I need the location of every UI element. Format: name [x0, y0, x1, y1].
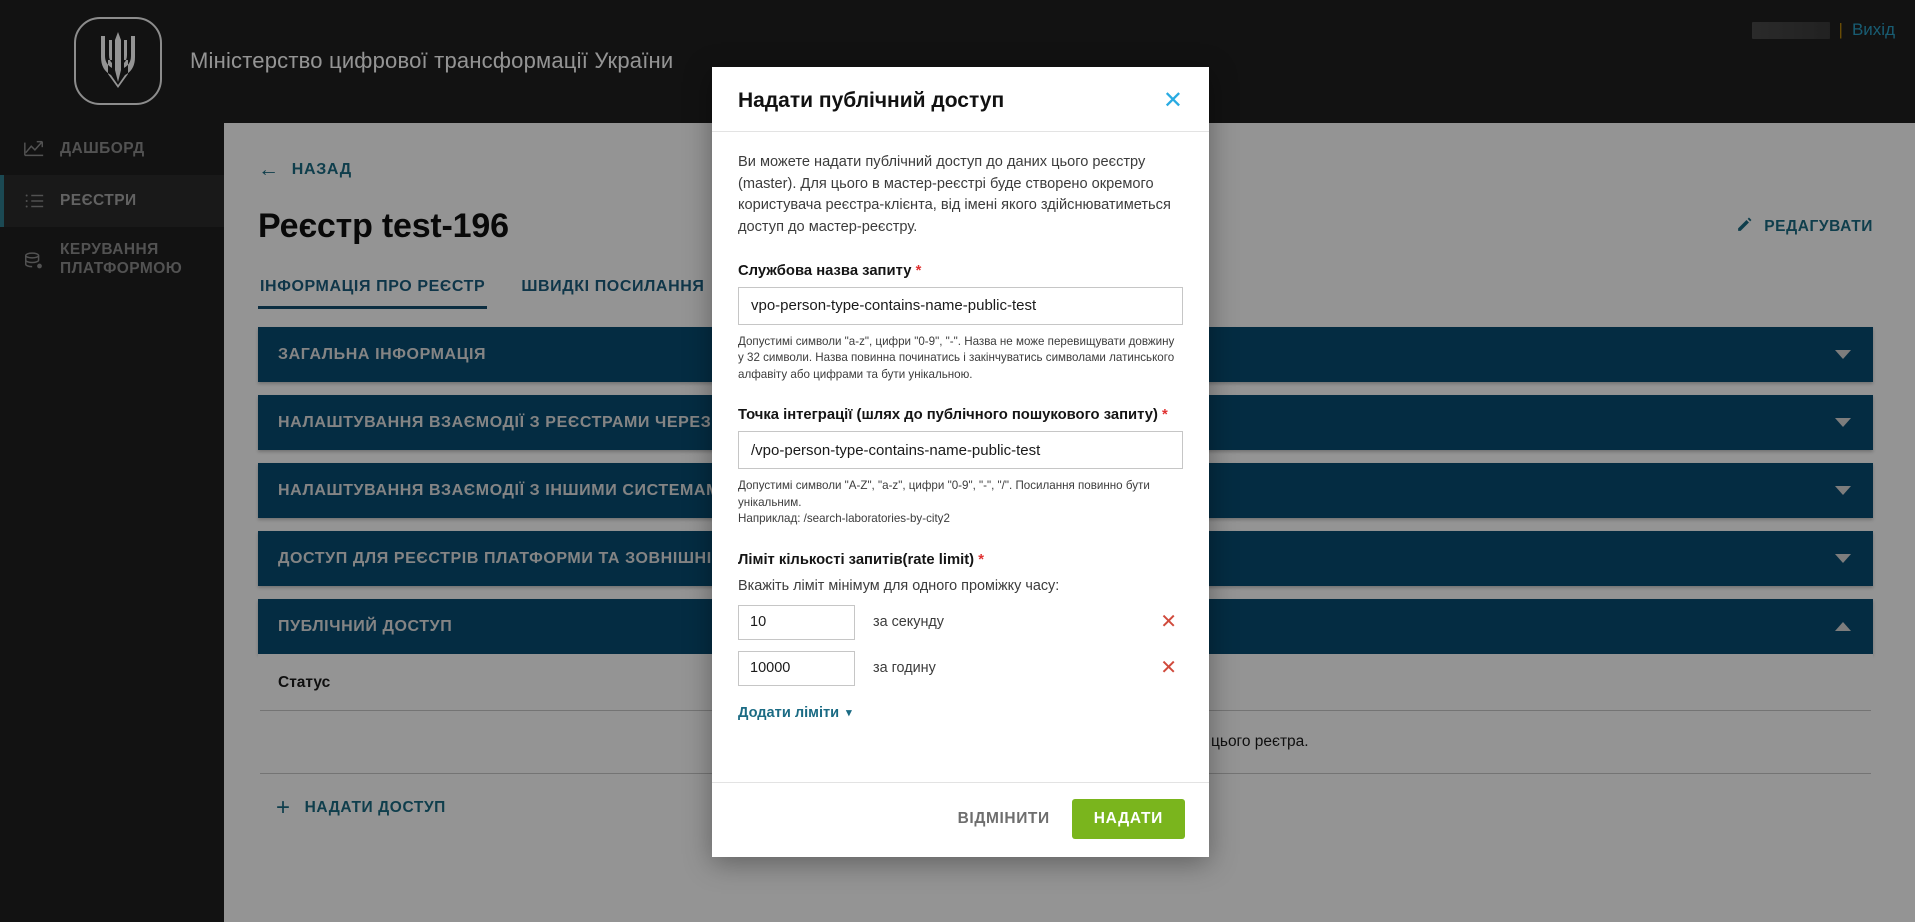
chevron-down-icon: ▾ — [846, 707, 852, 720]
modal-body: Ви можете надати публічний доступ до дан… — [712, 132, 1209, 782]
app-root: Міністерство цифрової трансформації Укра… — [0, 0, 1915, 922]
integration-point-hint-line1: Допустимі символи "A-Z", "a-z", цифри "0… — [738, 479, 1150, 509]
modal-description: Ви можете надати публічний доступ до дан… — [738, 154, 1171, 236]
required-mark: * — [915, 262, 922, 279]
close-icon[interactable]: ✕ — [1161, 89, 1185, 113]
modal-title: Надати публічний доступ — [738, 89, 1005, 112]
integration-point-hint: Допустимі символи "A-Z", "a-z", цифри "0… — [738, 478, 1183, 527]
rate-limit-value-second[interactable] — [738, 604, 855, 640]
remove-rate-limit-hour-button[interactable]: ✕ — [1154, 658, 1183, 678]
required-mark: * — [978, 551, 984, 568]
rate-limit-row-second: за секунду ✕ — [738, 604, 1183, 640]
rate-limit-value-hour[interactable] — [738, 650, 855, 686]
service-name-label: Службова назва запиту * — [738, 263, 1183, 279]
service-name-label-text: Службова назва запиту — [738, 262, 912, 279]
grant-public-access-modal: Надати публічний доступ ✕ Ви можете нада… — [712, 67, 1209, 857]
remove-rate-limit-second-button[interactable]: ✕ — [1154, 612, 1183, 632]
grant-button[interactable]: НАДАТИ — [1071, 799, 1185, 839]
rate-limit-subtitle: Вкажіть ліміт мінімум для одного проміжк… — [738, 577, 1060, 594]
rate-limit-label-text: Ліміт кількості запитів(rate limit) — [738, 551, 975, 568]
rate-limit-label: Ліміт кількості запитів(rate limit) * — [738, 552, 1183, 568]
integration-point-hint-line2: Наприклад: /search-laboratories-by-city2 — [738, 512, 950, 526]
cancel-button[interactable]: ВІДМІНИТИ — [952, 801, 1056, 837]
rate-limit-unit-second: за секунду — [873, 614, 944, 631]
integration-point-label-text: Точка інтеграції (шлях до публічного пош… — [738, 407, 1158, 424]
add-limits-label: Додати ліміти — [738, 704, 840, 721]
rate-limit-row-hour: за годину ✕ — [738, 650, 1183, 686]
integration-point-label: Точка інтеграції (шлях до публічного пош… — [738, 407, 1183, 423]
rate-limit-unit-hour: за годину — [873, 660, 936, 677]
modal-header: Надати публічний доступ ✕ — [712, 67, 1209, 132]
integration-point-input[interactable] — [738, 431, 1183, 470]
modal-footer: ВІДМІНИТИ НАДАТИ — [712, 782, 1209, 857]
service-name-hint: Допустимі символи "a-z", цифри "0-9", "-… — [738, 334, 1175, 381]
service-name-input[interactable] — [738, 286, 1183, 325]
required-mark: * — [1162, 407, 1168, 424]
add-limits-button[interactable]: Додати ліміти ▾ — [738, 705, 852, 721]
